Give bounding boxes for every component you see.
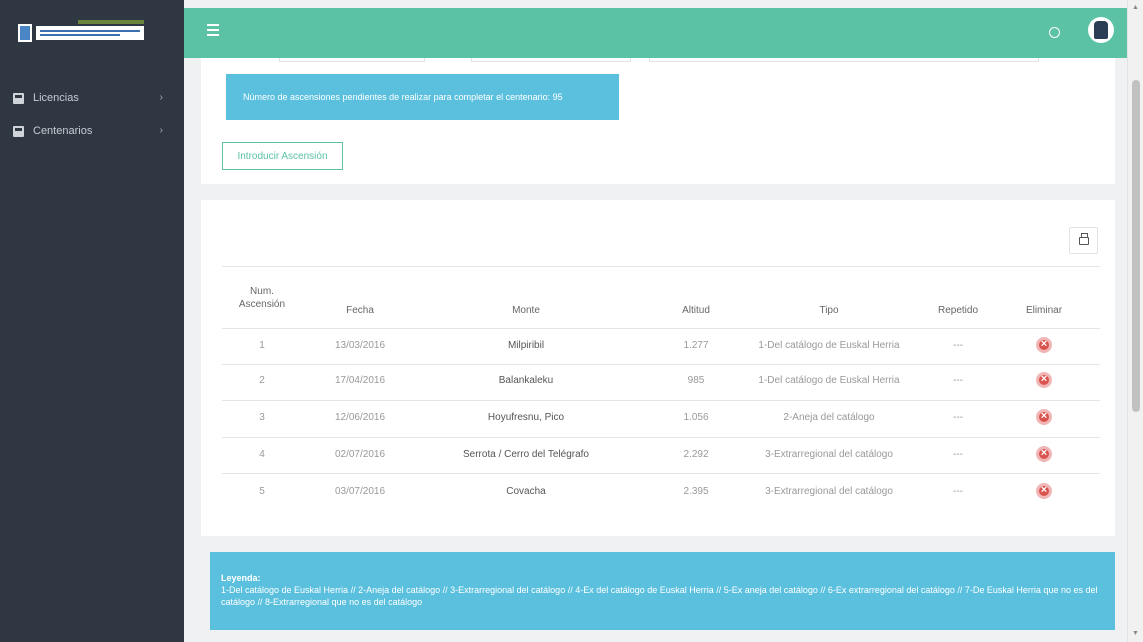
scroll-down-icon[interactable]: ▼ [1132,630,1139,637]
cell-fecha: 02/07/2016 [334,449,386,460]
cell-altitud: 2.292 [683,449,709,460]
column-header-num[interactable]: Num. Ascensión [237,285,287,311]
column-header-tipo[interactable]: Tipo [819,305,838,316]
cell-tipo: 3-Extrarregional del catálogo [765,486,893,497]
cell-tipo: 1-Del catálogo de Euskal Herria [758,340,900,351]
legend-panel: Leyenda: 1-Del catálogo de Euskal Herria… [210,552,1115,630]
cell-monte: Serrota / Cerro del Telégrafo [463,449,589,460]
help-icon[interactable] [1049,27,1060,38]
cell-monte: Covacha [506,486,546,497]
delete-icon[interactable] [1036,409,1052,425]
hamburger-menu-icon[interactable] [207,24,219,36]
column-header-fecha[interactable]: Fecha [346,305,374,316]
chevron-right-icon: › [159,92,163,103]
cell-num: 4 [259,449,265,460]
delete-icon[interactable] [1036,372,1052,388]
sidebar: Licencias › Centenarios › [0,0,184,642]
avatar[interactable] [1088,17,1114,43]
cell-num: 5 [259,486,265,497]
cell-altitud: 1.277 [683,340,709,351]
app-logo[interactable] [18,20,146,46]
cell-tipo: 2-Aneja del catálogo [783,412,875,423]
cell-repetido: --- [953,449,963,460]
introducir-ascension-button[interactable]: Introducir Ascensión [222,142,343,170]
column-header-altitud[interactable]: Altitud [682,305,710,316]
cell-fecha: 13/03/2016 [334,340,386,351]
print-button[interactable] [1069,227,1098,254]
id-card-icon [13,92,24,104]
cell-repetido: --- [953,375,963,386]
cell-monte: Hoyufresnu, Pico [487,412,565,423]
cell-repetido: --- [953,412,963,423]
cell-fecha: 12/06/2016 [334,412,386,423]
cell-monte: Milpiribil [507,340,545,351]
cell-tipo: 3-Extrarregional del catálogo [765,449,893,460]
sidebar-item-licencias[interactable]: Licencias › [0,85,184,111]
column-header-eliminar[interactable]: Eliminar [1026,305,1062,316]
delete-icon[interactable] [1036,446,1052,462]
sidebar-item-label: Licencias [33,92,79,104]
pending-ascents-alert: Número de ascensiones pendientes de real… [226,74,619,120]
cell-num: 1 [259,340,265,351]
legend-title: Leyenda: [221,573,261,583]
cell-fecha: 17/04/2016 [334,375,386,386]
page-scrollbar[interactable]: ▲ ▼ [1127,0,1143,642]
cell-altitud: 2.395 [683,486,709,497]
calendar-icon [13,125,24,137]
scroll-up-icon[interactable]: ▲ [1132,4,1139,11]
chevron-right-icon: › [159,125,163,136]
legend-text: 1-Del catálogo de Euskal Herria // 2-Ane… [221,585,1098,607]
cell-altitud: 1.056 [683,412,709,423]
cell-num: 3 [259,412,265,423]
sidebar-item-label: Centenarios [33,125,93,137]
cell-altitud: 985 [687,375,705,386]
centenario-summary-panel: Número de ascensiones pendientes de real… [201,58,1115,184]
cell-repetido: --- [953,486,963,497]
sidebar-item-centenarios[interactable]: Centenarios › [0,118,184,144]
cell-fecha: 03/07/2016 [334,486,386,497]
cell-repetido: --- [953,340,963,351]
print-icon [1079,233,1089,245]
column-header-monte[interactable]: Monte [512,305,540,316]
cell-monte: Balankaleku [498,375,554,386]
top-navbar [184,8,1127,58]
cell-tipo: 1-Del catálogo de Euskal Herria [758,375,900,386]
delete-icon[interactable] [1036,483,1052,499]
cell-num: 2 [259,375,265,386]
ascensiones-table-panel: Num. Ascensión Fecha Monte Altitud Tipo … [201,200,1115,536]
delete-icon[interactable] [1036,337,1052,353]
scrollbar-thumb[interactable] [1132,80,1140,412]
column-header-repetido[interactable]: Repetido [938,305,978,316]
